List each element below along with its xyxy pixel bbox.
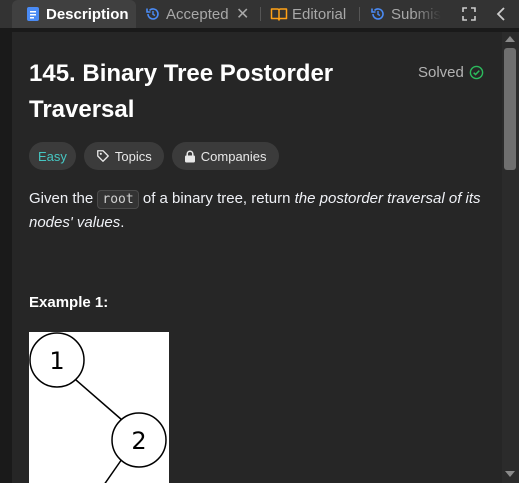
tag-icon bbox=[96, 149, 110, 163]
scrollbar-thumb[interactable] bbox=[504, 48, 516, 170]
problem-description: Given the root of a binary tree, return … bbox=[29, 187, 499, 234]
topics-button[interactable]: Topics bbox=[83, 142, 164, 170]
tree-edge bbox=[75, 379, 123, 421]
lock-icon bbox=[184, 150, 196, 163]
scroll-up-arrow-icon[interactable] bbox=[505, 36, 515, 42]
history-icon bbox=[369, 5, 387, 23]
tab-description-label: Description bbox=[46, 5, 129, 23]
close-tab-button[interactable]: ✕ bbox=[236, 0, 249, 28]
tab-bar: Description Accepted ✕ Editorial Submis bbox=[0, 0, 519, 28]
tab-editorial[interactable]: Editorial bbox=[270, 0, 346, 28]
tree-node-2-label: 2 bbox=[131, 427, 146, 455]
solved-label: Solved bbox=[418, 64, 464, 81]
difficulty-badge: Easy bbox=[29, 142, 76, 170]
tree-diagram: 1 2 bbox=[29, 332, 167, 483]
tab-accepted[interactable]: Accepted bbox=[144, 0, 229, 28]
description-prefix: Given the bbox=[29, 190, 94, 207]
companies-button[interactable]: Companies bbox=[171, 142, 279, 170]
left-gutter bbox=[0, 0, 12, 483]
tab-editorial-label: Editorial bbox=[292, 5, 347, 23]
page-title: 145. Binary Tree Postorder Traversal bbox=[29, 60, 334, 123]
book-icon bbox=[270, 5, 288, 23]
topics-label: Topics bbox=[114, 148, 152, 164]
description-suffix: . bbox=[120, 214, 125, 231]
scroll-down-arrow-icon[interactable] bbox=[505, 471, 515, 477]
companies-label: Companies bbox=[200, 148, 267, 164]
example-1-title: Example 1: bbox=[29, 294, 109, 311]
tree-node-1-label: 1 bbox=[49, 347, 64, 375]
tag-row: Easy Topics Companies bbox=[29, 142, 279, 170]
description-panel: 145. Binary Tree Postorder Traversal Sol… bbox=[12, 32, 502, 483]
chevron-left-icon[interactable] bbox=[494, 6, 508, 27]
history-icon bbox=[144, 5, 162, 23]
example-tree-image: 1 2 bbox=[29, 332, 169, 483]
description-middle: of a binary tree, return bbox=[142, 190, 291, 207]
inline-code-root: root bbox=[97, 190, 139, 209]
expand-icon[interactable] bbox=[461, 6, 477, 27]
description-icon bbox=[24, 5, 42, 23]
tab-separator bbox=[359, 7, 360, 21]
tab-description[interactable]: Description bbox=[12, 0, 136, 28]
tab-separator bbox=[260, 7, 261, 21]
close-icon: ✕ bbox=[236, 6, 250, 23]
tree-edge bbox=[104, 458, 123, 483]
solved-status: Solved bbox=[418, 64, 484, 81]
tab-submissions[interactable]: Submis bbox=[369, 0, 441, 28]
tab-accepted-label: Accepted bbox=[166, 5, 229, 23]
check-circle-icon bbox=[469, 65, 484, 80]
